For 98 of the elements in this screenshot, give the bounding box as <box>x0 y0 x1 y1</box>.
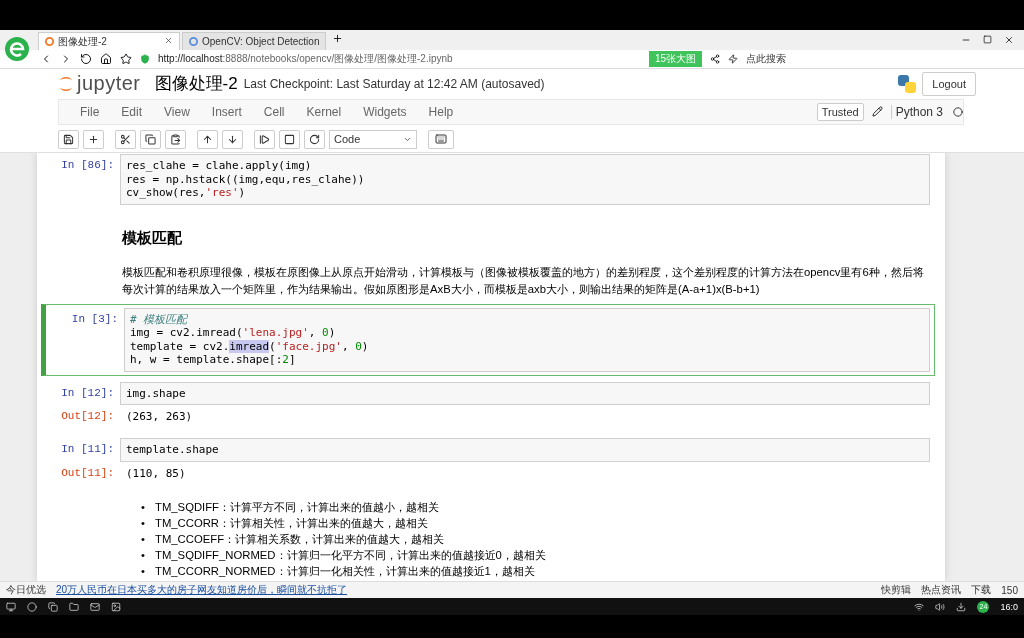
menu-item[interactable]: Cell <box>252 105 296 119</box>
code-cell[interactable]: In [86]: res_clahe = clahe.apply(img) res = np.hstack((img,equ,res_clahe)) cv_show(res,'res') <box>41 153 935 209</box>
paste-button[interactable] <box>165 129 186 149</box>
plus-icon <box>88 133 99 145</box>
reload-icon[interactable] <box>80 53 92 66</box>
checkpoint-text: Last Checkpoint: Last Saturday at 12:42 AM (autosaved) <box>243 76 545 91</box>
save-icon <box>63 133 74 145</box>
code-cell[interactable]: In [11]: template.shape Out[11]: (110, 85) <box>41 434 935 489</box>
code-input[interactable]: template.shape <box>120 438 930 462</box>
input-prompt: In [86]: <box>60 158 115 171</box>
volume-icon[interactable] <box>935 601 946 612</box>
wifi-icon[interactable] <box>914 601 925 612</box>
bullet: • <box>141 563 146 579</box>
secure-icon <box>140 54 150 65</box>
run-button[interactable] <box>254 129 275 149</box>
save-button[interactable] <box>58 129 79 149</box>
plus-button[interactable] <box>83 129 104 149</box>
menu-item[interactable]: View <box>153 105 201 119</box>
list-item: TM_CCORR_NORMED：计算归一化相关性，计算出来的值越接近1，越相关 <box>155 563 535 579</box>
url-field[interactable]: http://localhost:8888/notebooks/opencv/图像处理/图像处理-2.ipynb <box>158 52 453 67</box>
run-icon <box>259 133 270 145</box>
image-viewer-icon[interactable] <box>111 601 121 612</box>
maximize-icon[interactable] <box>983 35 992 44</box>
down-arrow-button[interactable] <box>222 129 243 149</box>
jupyter-wordmark: jupyter <box>77 72 141 96</box>
cell-type-select[interactable]: Code <box>329 129 417 149</box>
share-icon[interactable] <box>710 54 720 65</box>
up-arrow-icon <box>202 133 213 145</box>
paste-icon <box>170 133 181 145</box>
task-view-icon[interactable] <box>48 601 58 612</box>
menu-item[interactable]: Help <box>417 105 465 119</box>
mail-icon[interactable] <box>90 601 100 612</box>
logout-button[interactable]: Logout <box>922 71 976 96</box>
new-tab-icon[interactable] <box>332 33 344 44</box>
code-cell[interactable]: In [12]: img.shape Out[12]: (263, 263) <box>41 377 935 432</box>
down-arrow-icon <box>227 133 238 145</box>
cell-output: (263, 263) <box>125 409 194 425</box>
bullet: • <box>141 499 146 515</box>
menu-item[interactable]: Widgets <box>352 105 418 119</box>
kernel-idle-icon <box>953 107 963 117</box>
kernel-name: Python 3 <box>890 105 947 119</box>
restart-button[interactable] <box>304 129 325 149</box>
close-icon[interactable] <box>164 36 173 45</box>
home-icon[interactable] <box>100 53 112 66</box>
output-prompt: Out[12]: <box>60 409 115 422</box>
code-input[interactable]: # 模板匹配 img = cv2.imread('lena.jpg', 0) template = cv2.imread('face.jpg', 0) h, w = template.shape[:2] <box>124 307 930 372</box>
lightning-icon[interactable] <box>728 54 738 65</box>
search-link[interactable]: 点此搜索 <box>746 52 786 67</box>
kernel-logo-icon <box>898 74 917 93</box>
code-input[interactable]: img.shape <box>120 381 930 405</box>
cell-output: (110, 85) <box>125 465 187 482</box>
output-prompt: Out[11]: <box>60 465 115 479</box>
status-item[interactable]: 快剪辑 <box>881 583 912 597</box>
scissors-button[interactable] <box>115 129 136 149</box>
copy-button[interactable] <box>140 129 161 149</box>
menu-item[interactable]: File <box>69 105 111 119</box>
restart-icon <box>309 133 320 145</box>
list-item: TM_CCORR：计算相关性，计算出来的值越大，越相关 <box>155 515 428 531</box>
code-input[interactable]: res_clahe = clahe.apply(img) res = np.hstack((img,equ,res_clahe)) cv_show(res,'res') <box>120 154 930 205</box>
clock: 16:0 <box>1000 601 1018 612</box>
menu-item[interactable]: Insert <box>200 105 253 119</box>
section-heading: 模板匹配 <box>122 228 183 248</box>
list-item: TM_SQDIFF：计算平方不同，计算出来的值越小，越相关 <box>155 499 439 515</box>
menu-item[interactable]: Kernel <box>295 105 353 119</box>
input-prompt: In [11]: <box>60 442 115 455</box>
tab-favicon-icon <box>45 37 54 46</box>
code-cell[interactable]: In [3]: # 模板匹配 img = cv2.imread('lena.jpg', 0) template = cv2.imread('face.jpg', 0) h, w = template.shape[:2] <box>41 303 935 376</box>
status-item[interactable]: 150 <box>1001 584 1018 596</box>
input-prompt: In [3]: <box>70 311 119 325</box>
tab-favicon-icon <box>189 37 198 46</box>
bullet: • <box>141 547 146 563</box>
news-link[interactable]: 20万人民币在日本买多大的房子网友知道房价后，瞬间就不抗拒了 <box>56 583 348 597</box>
status-text[interactable]: 今日优选 <box>6 583 46 597</box>
input-prompt: In [12]: <box>60 385 115 399</box>
markdown-paragraph: 模板匹配和卷积原理很像，模板在原图像上从原点开始滑动，计算模板与（图像被模板覆盖的地方）的差别程度，这个差别程度的计算方法在opencv里有6种，然后将每次计算的结果放入一个矩阵里，作为结果输出。假如原图形是AxB大小，而模板是axb大小，则输出结果的矩阵是(A-a+1)x(B-b+1) <box>122 264 925 297</box>
browser-tab[interactable]: OpenCV: Object Detection <box>182 32 327 50</box>
list-item: TM_CCOEFF：计算相关系数，计算出来的值越大，越相关 <box>155 531 445 547</box>
list-item: TM_SQDIFF_NORMED：计算归一化平方不同，计算出来的值越接近0，越相关 <box>155 547 546 563</box>
keyboard-button[interactable] <box>428 129 454 149</box>
menu-item[interactable]: Edit <box>110 105 154 119</box>
pencil-icon[interactable] <box>871 106 883 117</box>
stop-button[interactable] <box>279 129 300 149</box>
up-arrow-button[interactable] <box>197 129 218 149</box>
close-icon[interactable] <box>1004 35 1014 45</box>
bullet: • <box>141 515 146 531</box>
status-item[interactable]: 热点资讯 <box>921 583 962 597</box>
stop-icon <box>284 133 295 145</box>
keyboard-icon <box>435 133 447 145</box>
scissors-icon <box>120 133 131 145</box>
copy-icon <box>145 133 156 145</box>
star-icon[interactable] <box>120 53 132 66</box>
trusted-button[interactable]: Trusted <box>816 103 864 121</box>
notebook-title[interactable]: 图像处理-2 <box>154 72 238 96</box>
download-icon[interactable] <box>956 601 967 612</box>
status-item[interactable]: 下载 <box>971 583 992 597</box>
browser-tab[interactable]: 图像处理-2 <box>38 32 180 50</box>
folder-icon[interactable] <box>69 601 79 612</box>
bullet: • <box>141 531 146 547</box>
